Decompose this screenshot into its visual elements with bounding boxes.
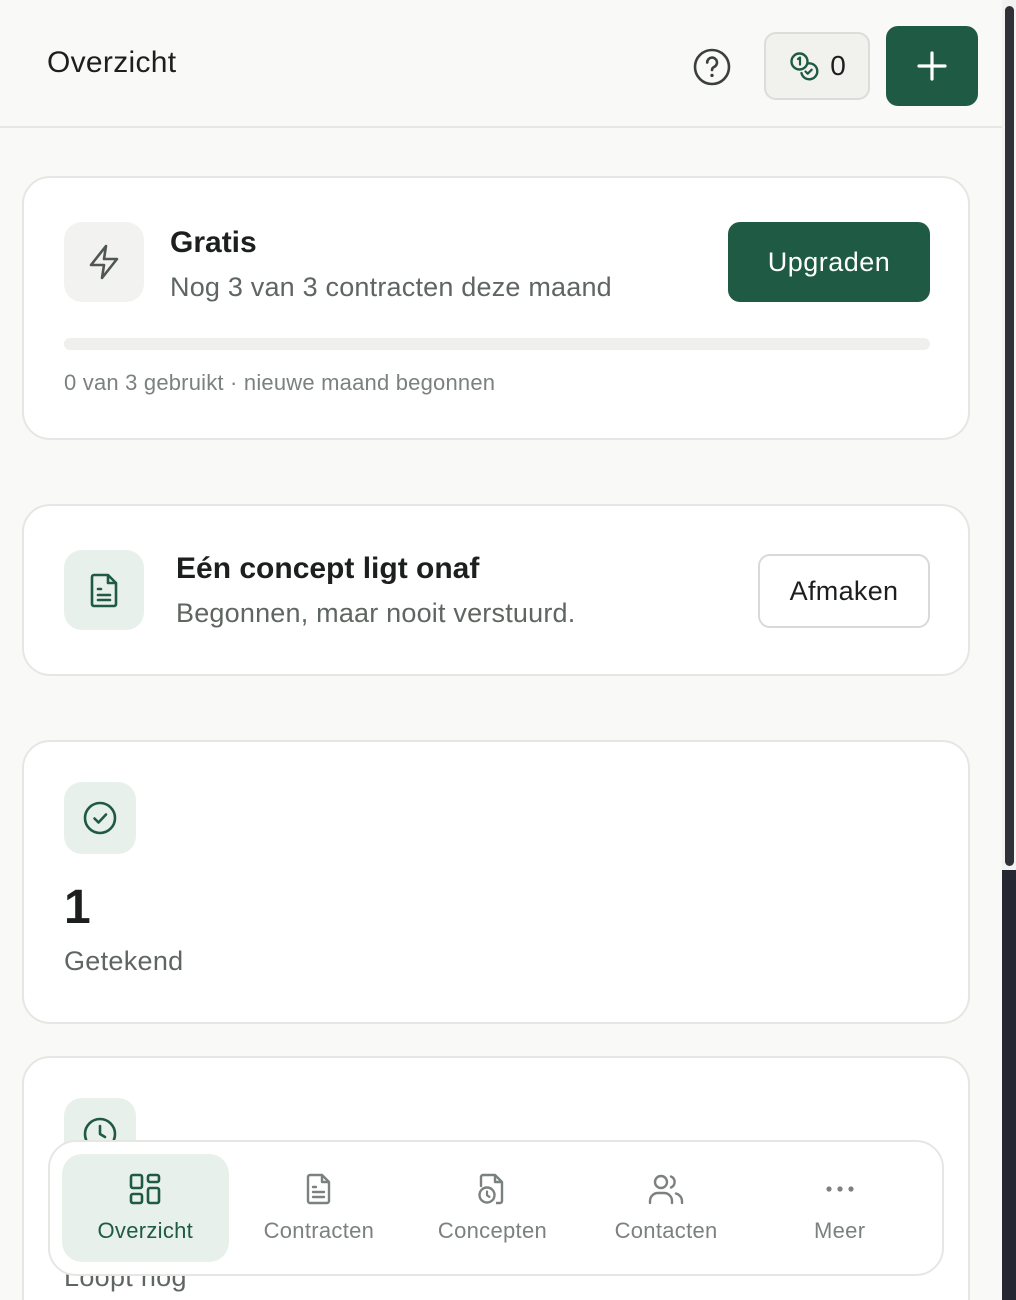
help-icon: [693, 48, 731, 86]
scroll-lower-area: [1002, 870, 1016, 1300]
draft-notice-card: Eén concept ligt onaf Begonnen, maar noo…: [22, 504, 970, 676]
draft-icon-tile: [64, 550, 144, 630]
page-title: Overzicht: [47, 46, 177, 79]
nav-label-overzicht: Overzicht: [97, 1218, 194, 1243]
upgrade-button[interactable]: Upgraden: [728, 222, 930, 302]
top-bar: Overzicht 0: [0, 0, 1002, 128]
plan-name: Gratis: [170, 226, 257, 259]
help-button[interactable]: [690, 45, 734, 89]
nav-item-concepten[interactable]: Concepten: [409, 1154, 576, 1262]
nav-label-contracten: Contracten: [263, 1218, 375, 1243]
draft-clock-document-icon: [478, 1173, 504, 1205]
plus-icon: [917, 51, 947, 81]
dashboard-grid-icon: [129, 1173, 161, 1205]
signed-count: 1: [64, 881, 91, 934]
check-circle-icon: [83, 801, 117, 835]
credits-count: 0: [830, 50, 846, 81]
scrollbar-thumb[interactable]: [1005, 6, 1014, 866]
coins-icon: [790, 52, 819, 81]
users-icon: [648, 1174, 684, 1205]
nav-label-contacten: Contacten: [614, 1218, 718, 1243]
more-dots-icon: [826, 1186, 854, 1192]
usage-progress-bar: [64, 338, 930, 350]
plan-icon-tile: [64, 222, 144, 302]
lightning-icon: [89, 244, 119, 280]
plan-remaining: Nog 3 van 3 contracten deze maand: [170, 272, 612, 302]
document-icon: [90, 573, 118, 608]
nav-item-overzicht[interactable]: Overzicht: [62, 1154, 229, 1262]
draft-notice-title: Eén concept ligt onaf: [176, 552, 480, 585]
scrollbar[interactable]: [1002, 0, 1016, 1300]
signed-label: Getekend: [64, 946, 184, 976]
nav-label-meer: Meer: [814, 1218, 866, 1243]
credits-button[interactable]: 0: [764, 32, 870, 100]
usage-note: 0 van 3 gebruikt · nieuwe maand begonnen: [64, 370, 496, 395]
nav-item-meer[interactable]: Meer: [756, 1154, 923, 1262]
plan-card: Gratis Nog 3 van 3 contracten deze maand…: [22, 176, 970, 440]
draft-notice-subtitle: Begonnen, maar nooit verstuurd.: [176, 598, 576, 628]
signed-icon-tile: [64, 782, 136, 854]
app-window: Overzicht 0 Gratis Nog 3 van 3 contracte…: [0, 0, 1002, 1300]
nav-item-contacten[interactable]: Contacten: [583, 1154, 750, 1262]
document-icon: [306, 1173, 331, 1205]
finish-draft-button[interactable]: Afmaken: [758, 554, 930, 628]
nav-label-concepten: Concepten: [437, 1218, 548, 1243]
signed-stat-card[interactable]: 1 Getekend: [22, 740, 970, 1024]
nav-item-contracten[interactable]: Contracten: [236, 1154, 403, 1262]
add-button[interactable]: [886, 26, 978, 106]
bottom-navigation: Overzicht Contracten Concepten Contacten…: [48, 1140, 944, 1276]
